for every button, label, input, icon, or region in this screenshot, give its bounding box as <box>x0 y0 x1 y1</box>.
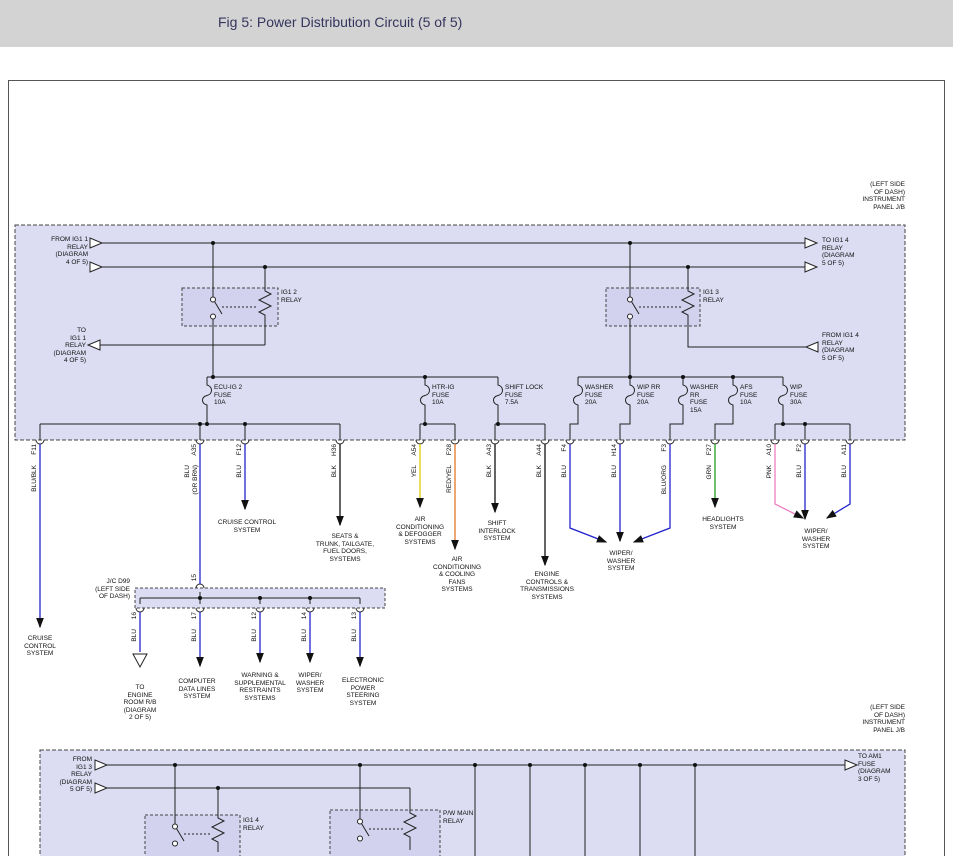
junction-box-label: J/C D99 (LEFT SIDE OF DASH) <box>95 578 130 601</box>
fuse-label-htr-ig: HTR-IG FUSE 10A <box>432 384 454 407</box>
dest-computer-data-lines: COMPUTER DATA LINES SYSTEM <box>178 678 215 701</box>
dest-shift-interlock: SHIFT INTERLOCK SYSTEM <box>478 520 515 543</box>
wire-color-label-h14: BLU <box>611 465 619 507</box>
pin-label-a44: A44 <box>536 444 544 460</box>
pin-label-f2: F2 <box>796 444 804 460</box>
wire-color-label-a35: BLU (OR BRN) <box>184 465 199 507</box>
jc-pin-label-16: 16 <box>131 612 139 624</box>
wire-color-label-f11: BLU/BLK <box>31 465 39 507</box>
colored-wires <box>40 444 850 666</box>
arrow-to-engine-room <box>133 654 147 667</box>
connector-label-to-ig1-4: TO IG1 4 RELAY (DIAGRAM 5 OF 5) <box>822 237 855 267</box>
pin-label-f27: F27 <box>706 444 714 460</box>
wire-color-label-f28: RED/YEL <box>446 465 454 507</box>
jc-wire-color-13: BLU <box>351 629 359 647</box>
fuse-label-wip: WIP FUSE 30A <box>790 384 807 407</box>
jc-wire-color-14: BLU <box>301 629 309 647</box>
fuse-label-ecu-ig2: ECU-IG 2 FUSE 10A <box>214 384 242 407</box>
jc-pin-label-15: 15 <box>191 574 199 586</box>
wire-color-label-a44: BLK <box>536 465 544 507</box>
dest-cruise-control: CRUISE CONTROL SYSTEM <box>218 519 276 534</box>
jc-pin-label-13: 13 <box>351 612 359 624</box>
jc-wire-color-12: BLU <box>251 629 259 647</box>
wire-color-label-a11: BLU <box>841 465 849 507</box>
fuse-label-washer-rr: WASHER RR FUSE 15A <box>690 384 718 414</box>
fuse-label-wip-rr: WIP RR FUSE 20A <box>637 384 660 407</box>
dest-headlights: HEADLIGHTS SYSTEM <box>702 516 744 531</box>
connector-label-to-ig1-1: TO IG1 1 RELAY (DIAGRAM 4 OF 5) <box>54 327 87 365</box>
relay-label-pw-main: P/W MAIN RELAY <box>443 810 473 825</box>
pin-label-h14: H14 <box>611 444 619 460</box>
jc-wire-color-17: BLU <box>191 629 199 647</box>
dest-to-engine-room: TO ENGINE ROOM R/B (DIAGRAM 2 OF 5) <box>124 684 157 722</box>
pin-label-f28: F28 <box>446 444 454 460</box>
relay-label-ig1-3: IG1 3 RELAY <box>703 289 724 304</box>
relay-box-ig1-4 <box>145 815 240 856</box>
wire-color-label-a43: BLK <box>486 465 494 507</box>
dest-wiper-washer-mid: WIPER/ WASHER SYSTEM <box>607 550 635 573</box>
pin-label-f4: F4 <box>561 444 569 460</box>
dest-wiper-washer-jc: WIPER/ WASHER SYSTEM <box>296 672 324 695</box>
jc-pin-label-14: 14 <box>301 612 309 624</box>
dest-warning-srs: WARNING & SUPPLEMENTAL RESTRAINTS SYSTEM… <box>234 672 286 702</box>
wire-f4 <box>570 444 606 542</box>
pin-label-a35: A35 <box>191 444 199 460</box>
instrument-panel-jb-box-top <box>15 225 905 440</box>
instrument-panel-note-bottom: (LEFT SIDE OF DASH) INSTRUMENT PANEL J/B <box>862 704 905 734</box>
pin-label-h36: H36 <box>331 444 339 460</box>
jc-pin-label-12: 12 <box>251 612 259 624</box>
wire-color-label-f12: BLU <box>236 465 244 507</box>
jc-wire-color-16: BLU <box>131 629 139 647</box>
wire-color-label-a54: YEL <box>411 465 419 507</box>
pin-label-f3: F3 <box>661 444 669 460</box>
power-distribution-diagram-screen: Fig 5: Power Distribution Circuit (5 of … <box>0 0 953 856</box>
wire-color-label-f4: BLU <box>561 465 569 507</box>
connector-label-from-ig1-4: FROM IG1 4 RELAY (DIAGRAM 5 OF 5) <box>822 332 859 362</box>
pin-label-a10: A10 <box>766 444 774 460</box>
dest-seats-trunk: SEATS & TRUNK, TAILGATE, FUEL DOORS, SYS… <box>316 533 374 563</box>
fuse-label-shift-lock: SHIFT LOCK FUSE 7.5A <box>505 384 543 407</box>
pin-label-a11: A11 <box>841 444 849 460</box>
connector-label-from-ig1-1: FROM IG1 1 RELAY (DIAGRAM 4 OF 5) <box>51 236 88 266</box>
pin-label-a54: A54 <box>411 444 419 460</box>
wiring-diagram-canvas <box>0 0 953 856</box>
pin-label-f11: F11 <box>31 444 39 460</box>
relay-box-pw-main <box>330 810 440 856</box>
dest-engine-controls: ENGINE CONTROLS & TRANSMISSIONS SYSTEMS <box>520 571 574 601</box>
jc-pin-label-17: 17 <box>191 612 199 624</box>
dest-ac-cooling-fans: AIR CONDITIONING & COOLING FANS SYSTEMS <box>433 556 481 594</box>
relay-label-ig1-4: IG1 4 RELAY <box>243 817 264 832</box>
pin-label-f12: F12 <box>236 444 244 460</box>
wire-color-label-h36: BLK <box>331 465 339 507</box>
dest-wiper-washer-right: WIPER/ WASHER SYSTEM <box>802 528 830 551</box>
wire-color-label-f3: BLU/ORG <box>661 465 669 507</box>
fuse-label-washer: WASHER FUSE 20A <box>585 384 613 407</box>
fuse-label-afs: AFS FUSE 10A <box>740 384 757 407</box>
wire-color-label-a10: PNK <box>766 465 774 507</box>
wire-color-label-f27: GRN <box>706 465 714 507</box>
connector-label-to-am1: TO AM1 FUSE (DIAGRAM 3 OF 5) <box>858 753 891 783</box>
dest-eps: ELECTRONIC POWER STEERING SYSTEM <box>342 677 384 707</box>
pin-label-a43: A43 <box>486 444 494 460</box>
dest-ac-defogger: AIR CONDITIONING & DEFOGGER SYSTEMS <box>396 516 444 546</box>
relay-label-ig1-2: IG1 2 RELAY <box>281 289 302 304</box>
connector-label-from-ig1-3: FROM IG1 3 RELAY (DIAGRAM 5 OF 5) <box>60 756 93 794</box>
dest-cruise-control-left: CRUISE CONTROL SYSTEM <box>24 635 56 658</box>
wire-color-label-f2: BLU <box>796 465 804 507</box>
instrument-panel-note-top: (LEFT SIDE OF DASH) INSTRUMENT PANEL J/B <box>862 181 905 211</box>
